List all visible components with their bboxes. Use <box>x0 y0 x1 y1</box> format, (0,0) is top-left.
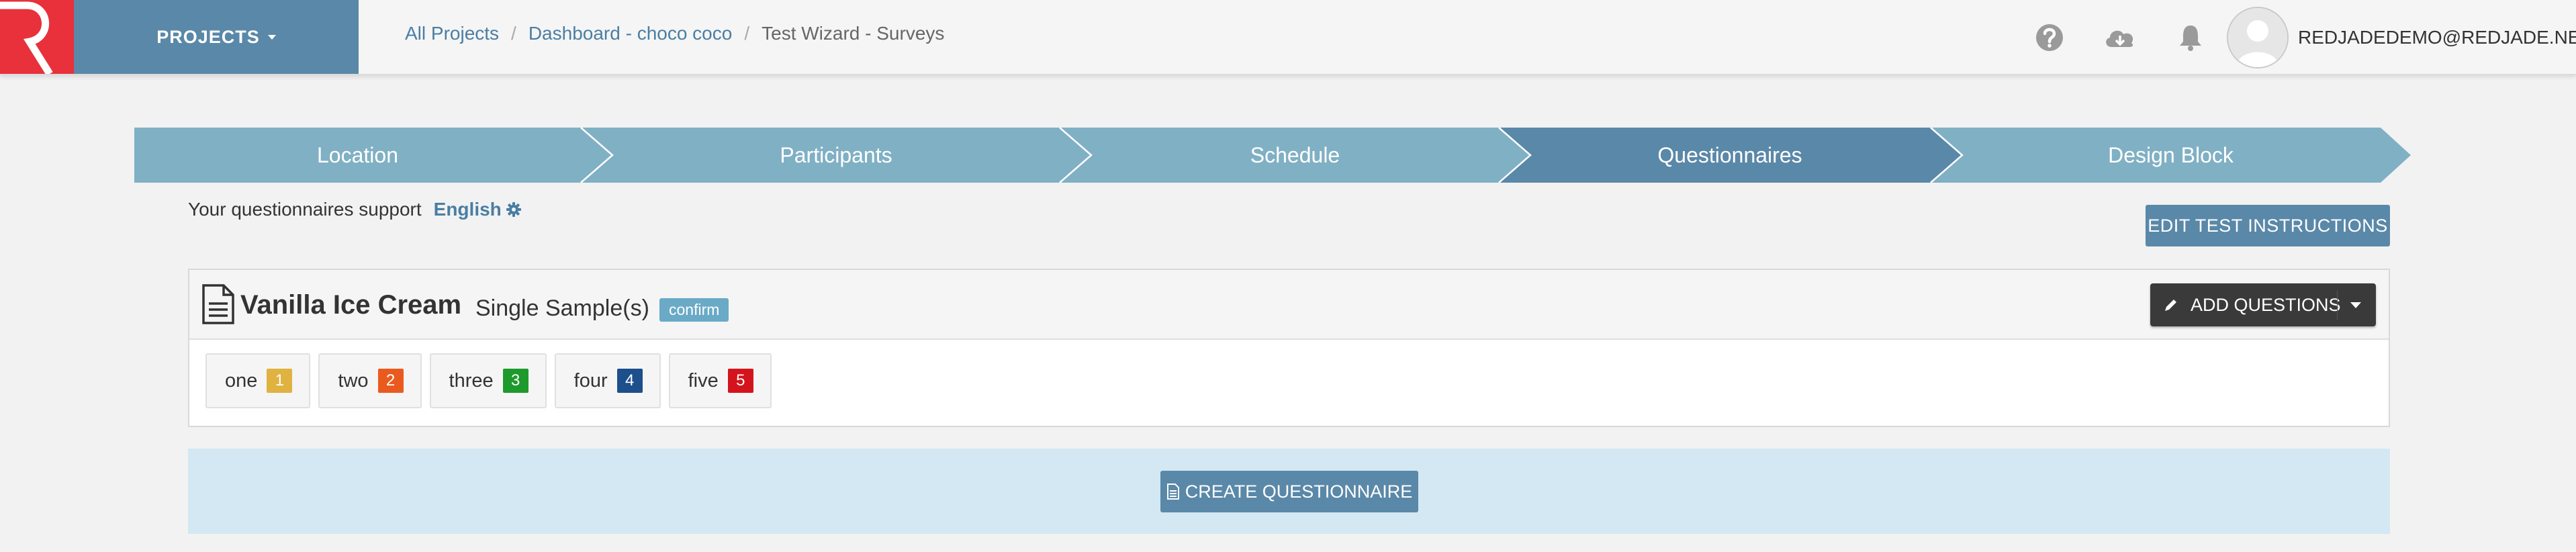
wizard-step-questionnaires[interactable]: Questionnaires <box>1529 128 1931 183</box>
questionnaire-card: Vanilla Ice Cream Single Sample(s) confi… <box>188 269 2390 427</box>
sample-code-badge: 3 <box>502 369 528 393</box>
caret-down-icon[interactable] <box>2350 302 2361 308</box>
wizard-steps: Location Participants Schedule Questionn… <box>134 128 2411 183</box>
sample-chip-four[interactable]: four 4 <box>554 353 661 408</box>
top-navbar: PROJECTS All Projects / Dashboard - choc… <box>0 0 2576 76</box>
sample-list: one 1 two 2 three 3 four 4 five 5 <box>205 353 780 408</box>
add-questions-label: ADD QUESTIONS <box>2191 294 2341 315</box>
sample-label: four <box>573 369 608 392</box>
questionnaire-title[interactable]: Vanilla Ice Cream <box>240 290 461 320</box>
sample-label: two <box>338 369 369 392</box>
user-silhouette-icon <box>2228 8 2287 67</box>
create-questionnaire-label: CREATE QUESTIONNAIRE <box>1185 481 1413 502</box>
wizard-step-schedule[interactable]: Schedule <box>1091 128 1499 183</box>
projects-menu-button[interactable]: PROJECTS <box>74 0 359 74</box>
breadcrumb-separator: / <box>744 23 750 44</box>
breadcrumb-link-all-projects[interactable]: All Projects <box>405 23 499 44</box>
projects-label: PROJECTS <box>156 26 260 47</box>
sample-chip-two[interactable]: two 2 <box>318 353 422 408</box>
breadcrumb-link-dashboard[interactable]: Dashboard - choco coco <box>528 23 733 44</box>
gear-icon[interactable] <box>506 201 522 218</box>
breadcrumb-separator: / <box>511 23 516 44</box>
wizard-step-location[interactable]: Location <box>134 128 581 183</box>
questionnaire-type: Single Sample(s) <box>475 295 649 321</box>
wizard-step-participants[interactable]: Participants <box>612 128 1060 183</box>
sample-label: five <box>688 369 719 392</box>
create-questionnaire-button[interactable]: CREATE QUESTIONNAIRE <box>1160 471 1418 512</box>
sample-chip-five[interactable]: five 5 <box>668 353 772 408</box>
sample-chip-one[interactable]: one 1 <box>205 353 311 408</box>
breadcrumb: All Projects / Dashboard - choco coco / … <box>405 23 944 44</box>
language-support-row: Your questionnaires support English <box>188 199 522 220</box>
status-badge: confirm <box>659 298 729 322</box>
bell-icon[interactable] <box>2176 23 2205 52</box>
help-icon[interactable] <box>2035 23 2064 52</box>
document-icon <box>202 284 234 324</box>
questionnaire-card-header: Vanilla Ice Cream Single Sample(s) confi… <box>189 270 2389 340</box>
sample-code-badge: 2 <box>377 369 404 393</box>
sample-chip-three[interactable]: three 3 <box>429 353 547 408</box>
create-questionnaire-panel: CREATE QUESTIONNAIRE <box>188 449 2390 534</box>
caret-down-icon <box>267 34 276 40</box>
sample-code-badge: 1 <box>267 369 293 393</box>
sample-code-badge: 5 <box>727 369 753 393</box>
sample-code-badge: 4 <box>616 369 643 393</box>
add-questions-button[interactable]: ADD QUESTIONS <box>2150 283 2376 326</box>
logo-r-icon <box>0 1 53 76</box>
user-email[interactable]: REDJADEDEMO@REDJADE.NET <box>2298 27 2576 48</box>
sample-label: one <box>225 369 258 392</box>
avatar[interactable] <box>2227 7 2289 68</box>
pencil-icon <box>2165 300 2176 311</box>
cloud-download-icon[interactable] <box>2103 23 2137 52</box>
edit-test-instructions-button[interactable]: EDIT TEST INSTRUCTIONS <box>2146 205 2390 246</box>
brand-logo[interactable] <box>0 0 74 76</box>
sample-label: three <box>449 369 494 392</box>
language-link[interactable]: English <box>434 199 502 220</box>
document-icon <box>1166 484 1179 500</box>
breadcrumb-current: Test Wizard - Surveys <box>762 23 945 44</box>
language-support-text: Your questionnaires support <box>188 199 422 220</box>
button-divider <box>2337 290 2338 320</box>
wizard-step-design-block[interactable]: Design Block <box>1961 128 2381 183</box>
